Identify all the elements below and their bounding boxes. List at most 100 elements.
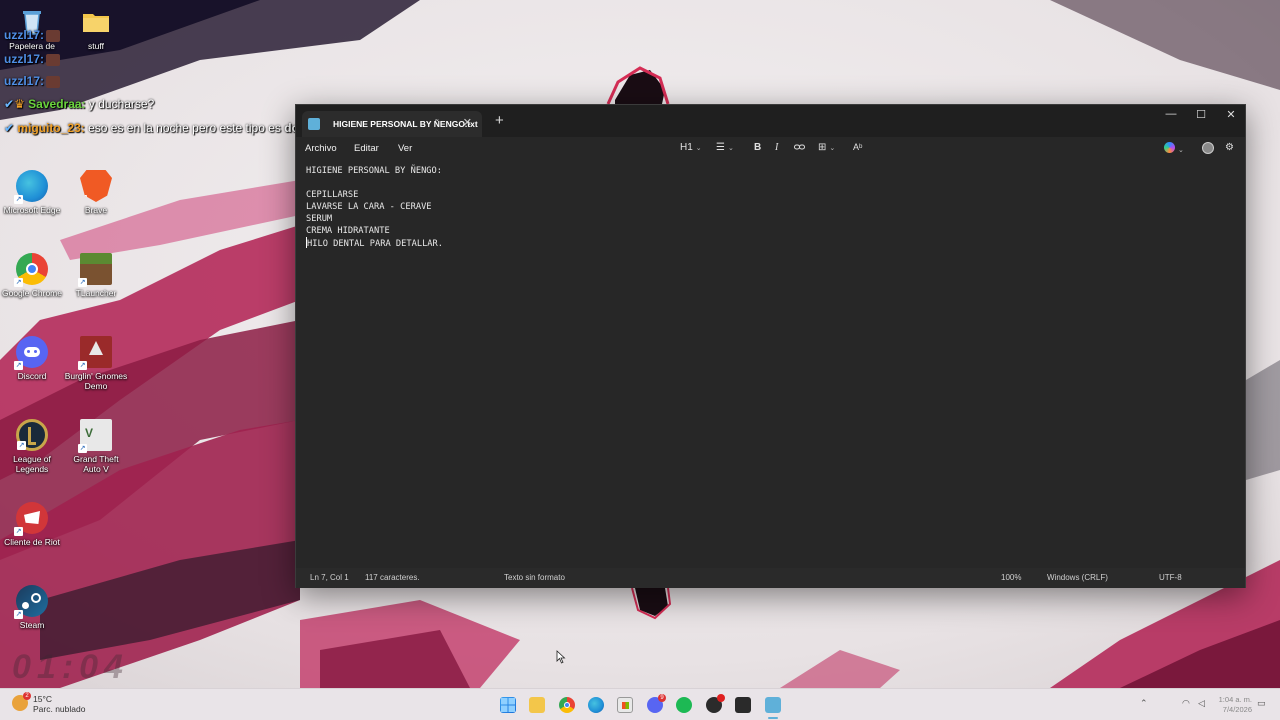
notepad-icon	[308, 118, 320, 130]
taskbar-store[interactable]	[617, 697, 633, 713]
taskbar-obs[interactable]	[706, 694, 725, 713]
wifi-icon[interactable]: ◠	[1182, 698, 1190, 709]
status-encoding[interactable]: UTF-8	[1159, 573, 1182, 582]
menu-archivo[interactable]: Archivo	[305, 143, 337, 154]
maximize-button[interactable]: ☐	[1186, 108, 1216, 121]
desktop-icon-edge[interactable]: ↗ Microsoft Edge	[0, 170, 64, 215]
brave-icon: ↗	[80, 170, 112, 202]
title-bar[interactable]: HIGIENE PERSONAL BY ÑENGO.txt ✕ + — ☐ ✕	[296, 105, 1245, 137]
desktop-icon-label: stuff	[88, 41, 104, 51]
notification-badge: 2	[23, 692, 31, 700]
desktop-icon-label: Burglin' Gnomes Demo	[64, 371, 128, 391]
chat-message: ✔ miguito_23: eso es en la noche pero es…	[4, 121, 316, 135]
status-cursor-position[interactable]: Ln 7, Col 1	[310, 573, 349, 582]
desktop-icon-tlauncher[interactable]: ↗ TLauncher	[64, 253, 128, 298]
taskbar-file-explorer[interactable]	[529, 697, 545, 713]
taskbar-clock[interactable]: 1:04 a. m. 7/4/2026	[1218, 695, 1252, 715]
editor-line: LAVARSE LA CARA - CERAVE	[306, 202, 432, 212]
italic-button[interactable]: I	[775, 142, 778, 153]
chat-username: uzzl17:	[4, 28, 45, 42]
desktop-icon-chrome[interactable]: ↗ Google Chrome	[0, 253, 64, 298]
recording-indicator-icon	[717, 694, 725, 702]
volume-icon[interactable]: ◁	[1198, 698, 1205, 709]
list-dropdown[interactable]: ☰ ⌄	[716, 142, 734, 153]
chevron-down-icon: ⌄	[695, 145, 702, 152]
menu-editar[interactable]: Editar	[354, 143, 379, 154]
desktop-icon-label: Microsoft Edge	[3, 205, 61, 215]
weather-cloud-icon: 2	[12, 692, 31, 711]
copilot-icon	[1164, 142, 1175, 153]
emote-icon	[46, 53, 61, 66]
chat-username: uzzl17:	[4, 74, 45, 88]
taskbar-discord[interactable]: 9	[647, 694, 666, 713]
table-dropdown[interactable]: ⊞ ⌄	[818, 142, 835, 153]
steam-icon: ↗	[14, 585, 48, 619]
status-zoom[interactable]: 100%	[1001, 573, 1021, 582]
desktop-icon-league[interactable]: ↗ League of Legends	[0, 419, 64, 474]
desktop-icon-steam[interactable]: ↗ Steam	[0, 585, 64, 630]
bold-button[interactable]: B	[754, 142, 761, 153]
taskbar-spotify[interactable]	[676, 697, 692, 713]
shortcut-arrow-icon: ↗	[79, 195, 87, 203]
desktop-icon-label: Steam	[19, 620, 45, 630]
heading-label: H1	[680, 142, 693, 153]
desktop-icon-stuff[interactable]: stuff	[64, 6, 128, 51]
tab-close-icon[interactable]: ✕	[463, 116, 472, 129]
shortcut-arrow-icon: ↗	[14, 195, 23, 204]
status-line-endings[interactable]: Windows (CRLF)	[1047, 573, 1108, 582]
desktop-icon-gta[interactable]: V ↗ Grand Theft Auto V	[64, 419, 128, 474]
table-icon: ⊞	[818, 142, 827, 153]
text-editor[interactable]: HIGIENE PERSONAL BY ÑENGO: CEPILLARSE LA…	[306, 165, 1226, 565]
league-icon: ↗	[16, 419, 48, 451]
settings-button[interactable]: ⚙	[1225, 142, 1234, 153]
editor-line-current: HILO DENTAL PARA DETALLAR.	[306, 237, 1226, 249]
chevron-down-icon: ⌄	[1178, 147, 1184, 154]
tab-document[interactable]: HIGIENE PERSONAL BY ÑENGO.txt ✕	[302, 111, 482, 137]
tray-overflow-icon[interactable]: ⌃	[1140, 698, 1148, 709]
heading-dropdown[interactable]: H1 ⌄	[680, 142, 702, 153]
gnome-game-icon: ↗	[78, 336, 112, 370]
chevron-down-icon: ⌄	[727, 145, 734, 152]
list-icon: ☰	[716, 142, 725, 153]
chat-message: uzzl17:	[4, 52, 61, 66]
desktop-icon-discord[interactable]: ↗ Discord	[0, 336, 64, 381]
taskbar-edge[interactable]	[588, 697, 604, 713]
desktop-icon-riot-client[interactable]: ↗ Cliente de Riot	[0, 502, 64, 547]
tab-title: HIGIENE PERSONAL BY ÑENGO.txt	[333, 119, 478, 129]
shortcut-arrow-icon: ↗	[17, 441, 26, 450]
new-tab-button[interactable]: +	[495, 112, 504, 129]
clock-date: 7/4/2026	[1222, 705, 1252, 714]
shortcut-arrow-icon: ↗	[14, 610, 23, 619]
shortcut-arrow-icon: ↗	[14, 278, 23, 287]
taskbar-chrome[interactable]	[559, 697, 575, 713]
taskbar-epic-games[interactable]	[735, 697, 751, 713]
minimize-button[interactable]: —	[1156, 108, 1186, 120]
editor-line: CREMA HIDRATANTE	[306, 226, 390, 236]
close-button[interactable]: ✕	[1216, 108, 1246, 121]
account-button[interactable]	[1202, 142, 1214, 155]
editor-line-text: HILO DENTAL PARA DETALLAR.	[307, 239, 443, 249]
editor-line: SERUM	[306, 214, 333, 224]
crown-badge-icon: ♛	[14, 97, 25, 111]
start-button[interactable]	[500, 697, 516, 713]
status-bar: Ln 7, Col 1 117 caracteres. Texto sin fo…	[296, 568, 1245, 588]
gear-icon: ⚙	[1225, 142, 1234, 153]
menu-ver[interactable]: Ver	[398, 143, 412, 154]
desktop-icon-brave[interactable]: ↗ Brave	[64, 170, 128, 215]
notepad-window[interactable]: HIGIENE PERSONAL BY ÑENGO.txt ✕ + — ☐ ✕ …	[295, 104, 1246, 588]
weather-widget[interactable]: 2 15°C Parc. nublado	[12, 692, 86, 714]
notifications-icon[interactable]: ▭	[1257, 698, 1266, 709]
verified-badge-icon: ✔	[4, 97, 15, 111]
shortcut-arrow-icon: ↗	[14, 527, 23, 536]
status-char-count: 117 caracteres.	[365, 573, 420, 582]
taskbar-notepad[interactable]	[765, 697, 781, 713]
spellcheck-button[interactable]: Aᵇ	[853, 142, 862, 152]
desktop-icon-label: League of Legends	[13, 454, 51, 474]
shortcut-arrow-icon: ↗	[14, 361, 23, 370]
status-format[interactable]: Texto sin formato	[504, 573, 565, 582]
copilot-dropdown[interactable]: ⌄	[1164, 142, 1184, 155]
desktop-icon-burglin-gnomes[interactable]: ↗ Burglin' Gnomes Demo	[64, 336, 128, 391]
link-button[interactable]	[794, 142, 805, 154]
weather-desc: Parc. nublado	[33, 704, 86, 714]
chrome-icon	[564, 702, 570, 708]
